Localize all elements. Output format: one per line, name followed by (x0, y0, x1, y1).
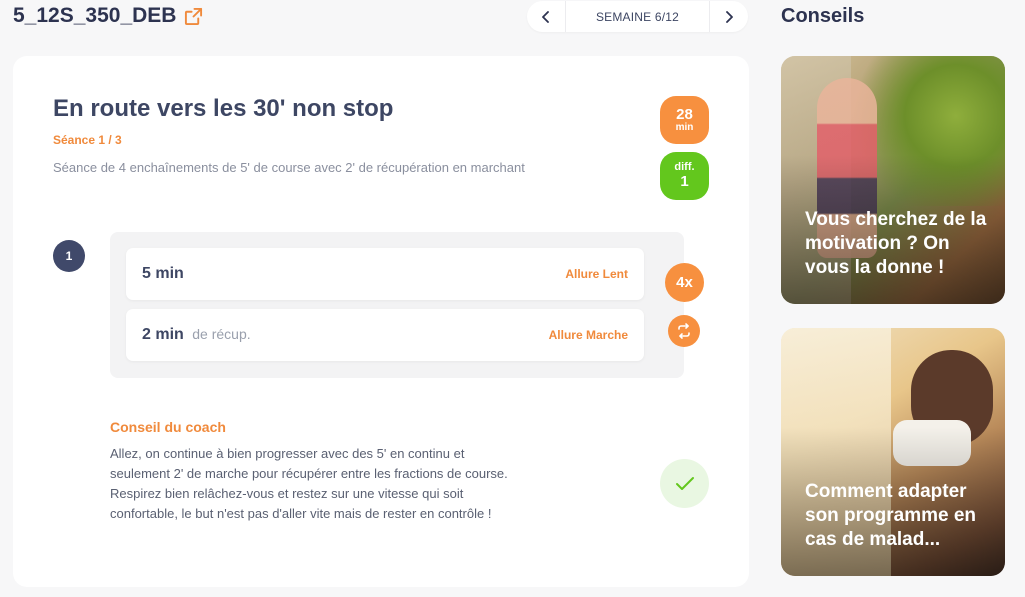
interval-suffix: de récup. (192, 326, 251, 342)
week-label: SEMAINE 6/12 (565, 1, 710, 32)
difficulty-badge: diff. 1 (660, 152, 709, 200)
mark-done-button[interactable] (660, 459, 709, 508)
tip-caption: Comment adapter son programme en cas de … (805, 481, 977, 550)
duration-unit: min (675, 121, 694, 133)
session-count: Séance 1 / 3 (53, 133, 122, 147)
session-description: Séance de 4 enchaînements de 5' de cours… (53, 160, 525, 175)
loop-icon (668, 315, 700, 347)
difficulty-value: 1 (680, 172, 689, 190)
step-number: 1 (53, 240, 85, 272)
duration-badge: 28 min (660, 96, 709, 144)
program-title: 5_12S_350_DEB (13, 4, 203, 28)
external-link-icon[interactable] (184, 7, 203, 26)
repeat-count-badge: 4x (665, 263, 704, 302)
coach-advice-line: Respirez bien relâchez-vous et restez su… (110, 486, 464, 501)
tips-title: Conseils (781, 5, 865, 27)
program-title-text: 5_12S_350_DEB (13, 4, 177, 27)
interval-duration: 5 min (142, 265, 184, 282)
interval-row: 5 min Allure Lent (126, 248, 644, 300)
next-week-button[interactable] (710, 1, 748, 32)
week-navigator: SEMAINE 6/12 (527, 1, 748, 32)
check-icon (675, 476, 694, 490)
interval-block: 5 min Allure Lent 2 min de récup. Allure… (110, 232, 684, 378)
coach-advice-text: Allez, on continue à bien progresser ave… (110, 444, 560, 524)
interval-pace: Allure Lent (565, 267, 628, 281)
chevron-right-icon (726, 10, 733, 23)
coach-advice-line: Allez, on continue à bien progresser ave… (110, 446, 465, 461)
session-title: En route vers les 30' non stop (53, 95, 394, 122)
interval-pace: Allure Marche (548, 328, 628, 342)
tip-card-motivation[interactable]: Vous cherchez de la motivation ? On vous… (781, 56, 1005, 304)
coach-advice-line: confortable, le but n'est pas d'aller vi… (110, 506, 492, 521)
duration-value: 28 (676, 105, 693, 123)
tip-card-illness[interactable]: Comment adapter son programme en cas de … (781, 328, 1005, 576)
coach-advice-line: seulement 2' de marche pour récupérer en… (110, 466, 508, 481)
chevron-left-icon (542, 10, 549, 23)
interval-duration: 2 min (142, 326, 184, 343)
previous-week-button[interactable] (527, 1, 565, 32)
session-card: En route vers les 30' non stop Séance 1 … (13, 56, 749, 587)
interval-row: 2 min de récup. Allure Marche (126, 309, 644, 361)
coach-advice-title: Conseil du coach (110, 419, 226, 435)
tip-caption: Vous cherchez de la motivation ? On vous… (805, 209, 987, 278)
